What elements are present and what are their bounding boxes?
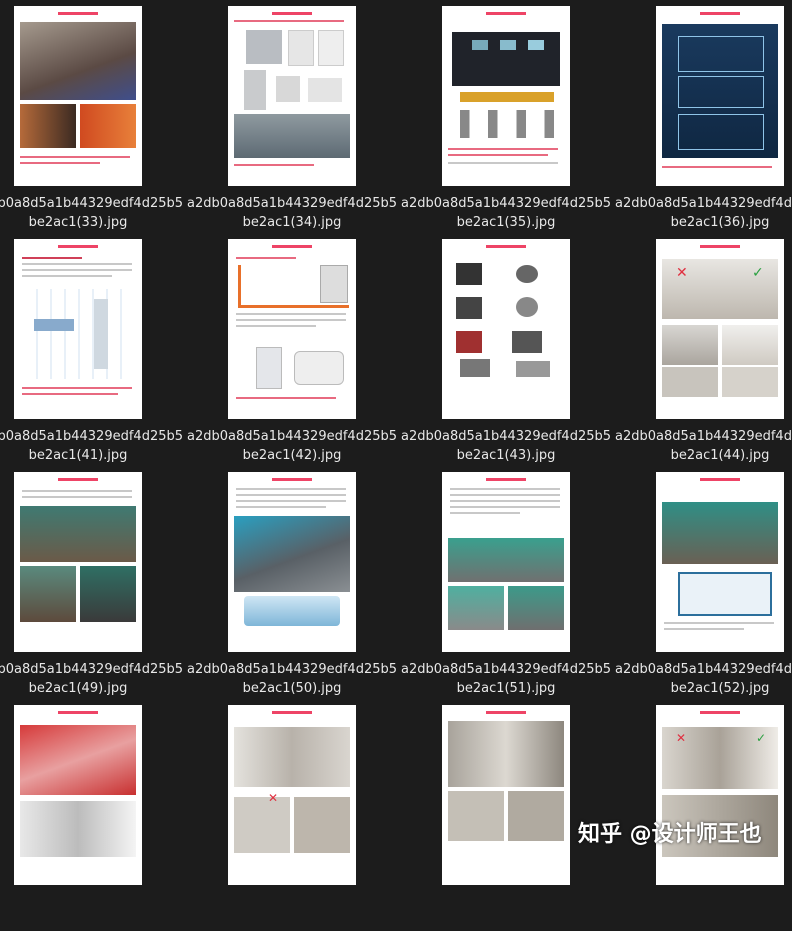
- thumbnail-image[interactable]: [442, 705, 570, 885]
- watermark: 知乎 @设计师王也: [578, 822, 762, 847]
- file-item[interactable]: a2db0a8d5a1b44329edf4d25b5be2ac1(36).jpg: [613, 0, 792, 232]
- thumbnail-image[interactable]: ✕ ✓: [656, 705, 784, 885]
- file-item[interactable]: ✕: [185, 699, 399, 931]
- thumbnail-image[interactable]: [14, 472, 142, 652]
- thumbnail-image[interactable]: [228, 472, 356, 652]
- thumbnail-image[interactable]: [228, 6, 356, 186]
- thumbnail-image[interactable]: [442, 472, 570, 652]
- file-item[interactable]: [399, 699, 613, 931]
- file-item[interactable]: ✕ ✓ a2db0a8d5a1b44329edf4d25b5be2ac1(44)…: [613, 233, 792, 465]
- thumbnail-image[interactable]: [14, 705, 142, 885]
- file-name: a2db0a8d5a1b44329edf4d25b5be2ac1(52).jpg: [614, 662, 792, 696]
- thumbnail-image[interactable]: ✕: [228, 705, 356, 885]
- file-item[interactable]: [0, 699, 185, 931]
- thumbnail-image[interactable]: ✕ ✓: [656, 239, 784, 419]
- thumbnail-image[interactable]: [442, 6, 570, 186]
- thumbnail-image[interactable]: [14, 239, 142, 419]
- thumbnail-image[interactable]: [656, 472, 784, 652]
- thumbnail-image[interactable]: [228, 239, 356, 419]
- thumbnail-image[interactable]: [442, 239, 570, 419]
- thumbnail-image[interactable]: [656, 6, 784, 186]
- file-thumbnail-grid: a2db0a8d5a1b44329edf4d25b5be2ac1(33).jpg…: [0, 0, 792, 885]
- file-item[interactable]: ✕ ✓: [613, 699, 792, 931]
- file-name: a2db0a8d5a1b44329edf4d25b5be2ac1(36).jpg: [614, 196, 792, 230]
- file-item[interactable]: a2db0a8d5a1b44329edf4d25b5be2ac1(52).jpg: [613, 466, 792, 698]
- file-name: a2db0a8d5a1b44329edf4d25b5be2ac1(44).jpg: [614, 429, 792, 463]
- thumbnail-image[interactable]: [14, 6, 142, 186]
